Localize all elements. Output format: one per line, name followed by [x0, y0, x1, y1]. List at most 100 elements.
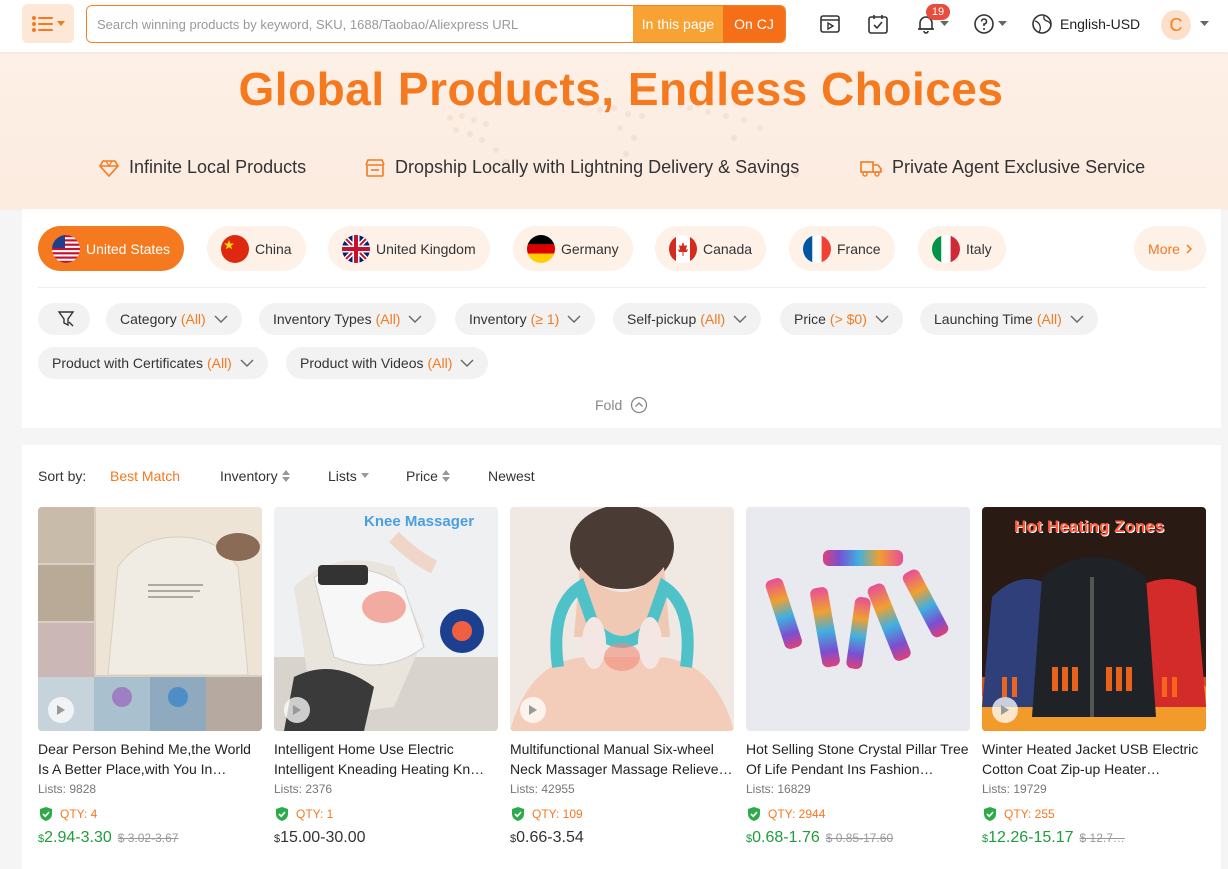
- fold-button[interactable]: Fold: [595, 396, 648, 414]
- qty-label: QTY: 4: [60, 807, 98, 821]
- chevron-down-icon: [875, 315, 889, 323]
- canada-flag-icon: [669, 234, 697, 263]
- chevron-right-icon: [1186, 243, 1192, 254]
- filter-certificates[interactable]: Product with Certificates (All): [38, 347, 268, 379]
- sort-option-label: Newest: [488, 468, 535, 484]
- sort-newest[interactable]: Newest: [488, 468, 535, 484]
- filter-price[interactable]: Price (> $0): [780, 303, 903, 335]
- play-video-icon[interactable]: [48, 697, 74, 723]
- filter-label: Inventory: [469, 311, 527, 327]
- product-card[interactable]: Knee Massager Intelligent Home Use Elect…: [274, 507, 498, 847]
- verified-shield-icon: [984, 807, 996, 821]
- image-caption: Hot Heating Zones: [1014, 517, 1165, 536]
- filter-inventory[interactable]: Inventory (≥ 1): [455, 303, 596, 335]
- product-title[interactable]: Dear Person Behind Me,the World Is A Bet…: [38, 739, 262, 779]
- product-image[interactable]: [38, 507, 262, 731]
- product-lists-count: Lists: 9828: [38, 782, 97, 796]
- sort-price[interactable]: Price: [406, 468, 450, 484]
- product-price: $15.00-30.00: [274, 829, 498, 847]
- feature-local-products: Infinite Local Products: [99, 157, 306, 178]
- product-image[interactable]: [510, 507, 734, 731]
- product-title[interactable]: Multifunctional Manual Six-wheel Neck Ma…: [510, 739, 734, 779]
- filter-value: (> $0): [829, 311, 867, 327]
- feature-private-agent: Private Agent Exclusive Service: [860, 157, 1145, 178]
- more-countries-button[interactable]: More: [1134, 226, 1206, 271]
- filter-label: Inventory Types: [273, 311, 372, 327]
- filter-self-pickup[interactable]: Self-pickup (All): [613, 303, 762, 335]
- page-title: Global Products, Endless Choices: [238, 63, 1004, 115]
- country-tab-china[interactable]: China: [207, 226, 306, 271]
- italy-flag-icon: [932, 234, 960, 263]
- filter-videos[interactable]: Product with Videos (All): [286, 347, 489, 379]
- filter-label: Price: [794, 311, 826, 327]
- product-title[interactable]: Intelligent Home Use Electric Intelligen…: [274, 739, 498, 779]
- video-icon[interactable]: [818, 12, 842, 36]
- search-on-cj-button[interactable]: On CJ: [723, 6, 785, 42]
- play-video-icon[interactable]: [284, 697, 310, 723]
- feature-label: Private Agent Exclusive Service: [892, 157, 1146, 177]
- list-menu-icon: [32, 15, 53, 32]
- country-tab-france[interactable]: France: [789, 226, 895, 271]
- country-tab-germany[interactable]: Germany: [513, 226, 633, 271]
- filter-toggle-button[interactable]: [38, 303, 90, 335]
- search-in-page-button[interactable]: In this page: [633, 6, 723, 42]
- price-value: 2.94-3.30: [44, 829, 112, 846]
- language-currency-selector[interactable]: English-USD: [1060, 16, 1140, 32]
- uk-flag-icon: [342, 234, 370, 263]
- product-card[interactable]: Dear Person Behind Me,the World Is A Bet…: [38, 507, 262, 847]
- filter-value: (All): [427, 355, 453, 371]
- product-title[interactable]: Hot Selling Stone Crystal Pillar Tree Of…: [746, 739, 970, 779]
- product-lists-count: Lists: 16829: [746, 782, 811, 796]
- task-checklist-icon[interactable]: [866, 12, 890, 36]
- caret-down-icon: [57, 20, 65, 26]
- play-video-icon[interactable]: [992, 697, 1018, 723]
- country-tab-united-states[interactable]: United States: [38, 226, 185, 271]
- category-menu-button[interactable]: [22, 4, 74, 43]
- product-image[interactable]: [746, 507, 970, 731]
- product-title[interactable]: Winter Heated Jacket USB Electric Cotton…: [982, 739, 1206, 779]
- sort-arrows-icon: [441, 470, 450, 482]
- chevron-up-circle-icon: [631, 396, 648, 414]
- globe-icon[interactable]: [1030, 12, 1054, 36]
- help-icon[interactable]: [972, 12, 996, 36]
- filter-category[interactable]: Category (All): [106, 303, 242, 335]
- product-qty: QTY: 109: [510, 805, 734, 823]
- product-card[interactable]: Hot Selling Stone Crystal Pillar Tree Of…: [746, 507, 970, 847]
- country-tab-united-kingdom[interactable]: United Kingdom: [328, 226, 490, 271]
- product-price: $12.26-15.17 $ 12.7…: [982, 829, 1206, 847]
- filter-launching-time[interactable]: Launching Time (All): [920, 303, 1098, 335]
- product-qty: QTY: 1: [274, 805, 498, 823]
- product-image[interactable]: Knee Massager: [274, 507, 498, 731]
- chevron-down-icon: [733, 315, 747, 323]
- country-label: Germany: [561, 240, 619, 257]
- country-label: Canada: [703, 240, 753, 257]
- sort-option-label: Inventory: [220, 468, 278, 484]
- product-card[interactable]: Multifunctional Manual Six-wheel Neck Ma…: [510, 507, 734, 847]
- product-lists-count: Lists: 19729: [982, 782, 1047, 796]
- filter-inventory-types[interactable]: Inventory Types (All): [259, 303, 437, 335]
- play-video-icon[interactable]: [520, 697, 546, 723]
- caret-down-icon: [998, 21, 1007, 26]
- sort-best-match[interactable]: Best Match: [110, 468, 180, 484]
- product-card[interactable]: Hot Heating Zones Winter Heated Jacket U…: [982, 507, 1206, 847]
- product-image[interactable]: Hot Heating Zones: [982, 507, 1206, 731]
- sort-inventory[interactable]: Inventory: [220, 468, 290, 484]
- price-value: 15.00-30.00: [280, 829, 366, 846]
- chevron-down-icon: [214, 315, 228, 323]
- notification-count-badge: 19: [926, 4, 950, 20]
- product-price: $0.68-1.76 $ 0.85-17.60: [746, 829, 970, 847]
- search-input[interactable]: [87, 6, 633, 42]
- filter-value: (All): [1036, 311, 1062, 327]
- sort-lists[interactable]: Lists: [328, 468, 369, 484]
- country-tab-italy[interactable]: Italy: [918, 226, 1006, 271]
- qty-label: QTY: 2944: [768, 807, 826, 821]
- caret-down-icon: [940, 21, 949, 26]
- france-flag-icon: [803, 234, 831, 263]
- filter-value: (All): [700, 311, 726, 327]
- product-lists-count: Lists: 2376: [274, 782, 333, 796]
- feature-dropship-locally: Dropship Locally with Lightning Delivery…: [365, 157, 799, 178]
- verified-shield-icon: [276, 807, 288, 821]
- country-tab-canada[interactable]: Canada: [655, 226, 767, 271]
- sort-option-label: Price: [406, 468, 438, 484]
- avatar[interactable]: C: [1161, 10, 1191, 40]
